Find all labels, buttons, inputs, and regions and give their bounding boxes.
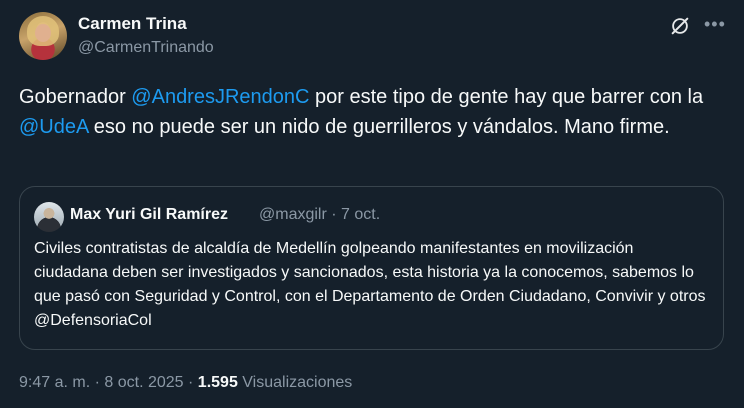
quoted-tweet-text: Civiles contratistas de alcaldía de Mede… <box>34 240 706 329</box>
quoted-meta: @maxgilr · 7 oct. <box>259 206 380 224</box>
more-icon[interactable]: ••• <box>704 14 725 34</box>
mention-link[interactable]: @UdeA <box>19 116 88 138</box>
tweet-text-part: Gobernador <box>19 86 132 108</box>
avatar-face <box>35 24 51 42</box>
quoted-tweet-card[interactable]: Max Yuri Gil Ramírez @maxgilr · 7 oct. C… <box>19 186 724 350</box>
footer-separator: · <box>94 374 100 391</box>
tweet-time[interactable]: 9:47 a. m. <box>19 374 90 391</box>
quoted-author-handle: @maxgilr <box>259 206 327 223</box>
tweet-text-part: por este tipo de gente hay que barrer co… <box>309 86 704 108</box>
meta-separator: · <box>331 206 337 223</box>
author-display-name[interactable]: Carmen Trina <box>78 14 187 34</box>
views-label: Visualizaciones <box>242 374 353 391</box>
views-count: 1.595 <box>197 374 238 391</box>
tweet-date[interactable]: 8 oct. 2025 <box>104 374 183 391</box>
author-handle[interactable]: @CarmenTrinando <box>78 39 214 57</box>
quoted-date: 7 oct. <box>341 206 381 223</box>
quoted-author-display-name: Max Yuri Gil Ramírez <box>70 206 228 223</box>
tweet-text-part: eso no puede ser un nido de guerrilleros… <box>88 116 670 138</box>
footer-separator: · <box>188 374 194 391</box>
quoted-author-avatar[interactable] <box>34 202 64 232</box>
tweet-text: Gobernador @AndresJRendonC por este tipo… <box>19 82 719 142</box>
grok-icon[interactable] <box>669 15 691 37</box>
mention-link[interactable]: @AndresJRendonC <box>131 86 309 108</box>
author-avatar[interactable] <box>19 12 67 60</box>
tweet-footer: 9:47 a. m. · 8 oct. 2025 · 1.595 Visuali… <box>19 374 352 392</box>
